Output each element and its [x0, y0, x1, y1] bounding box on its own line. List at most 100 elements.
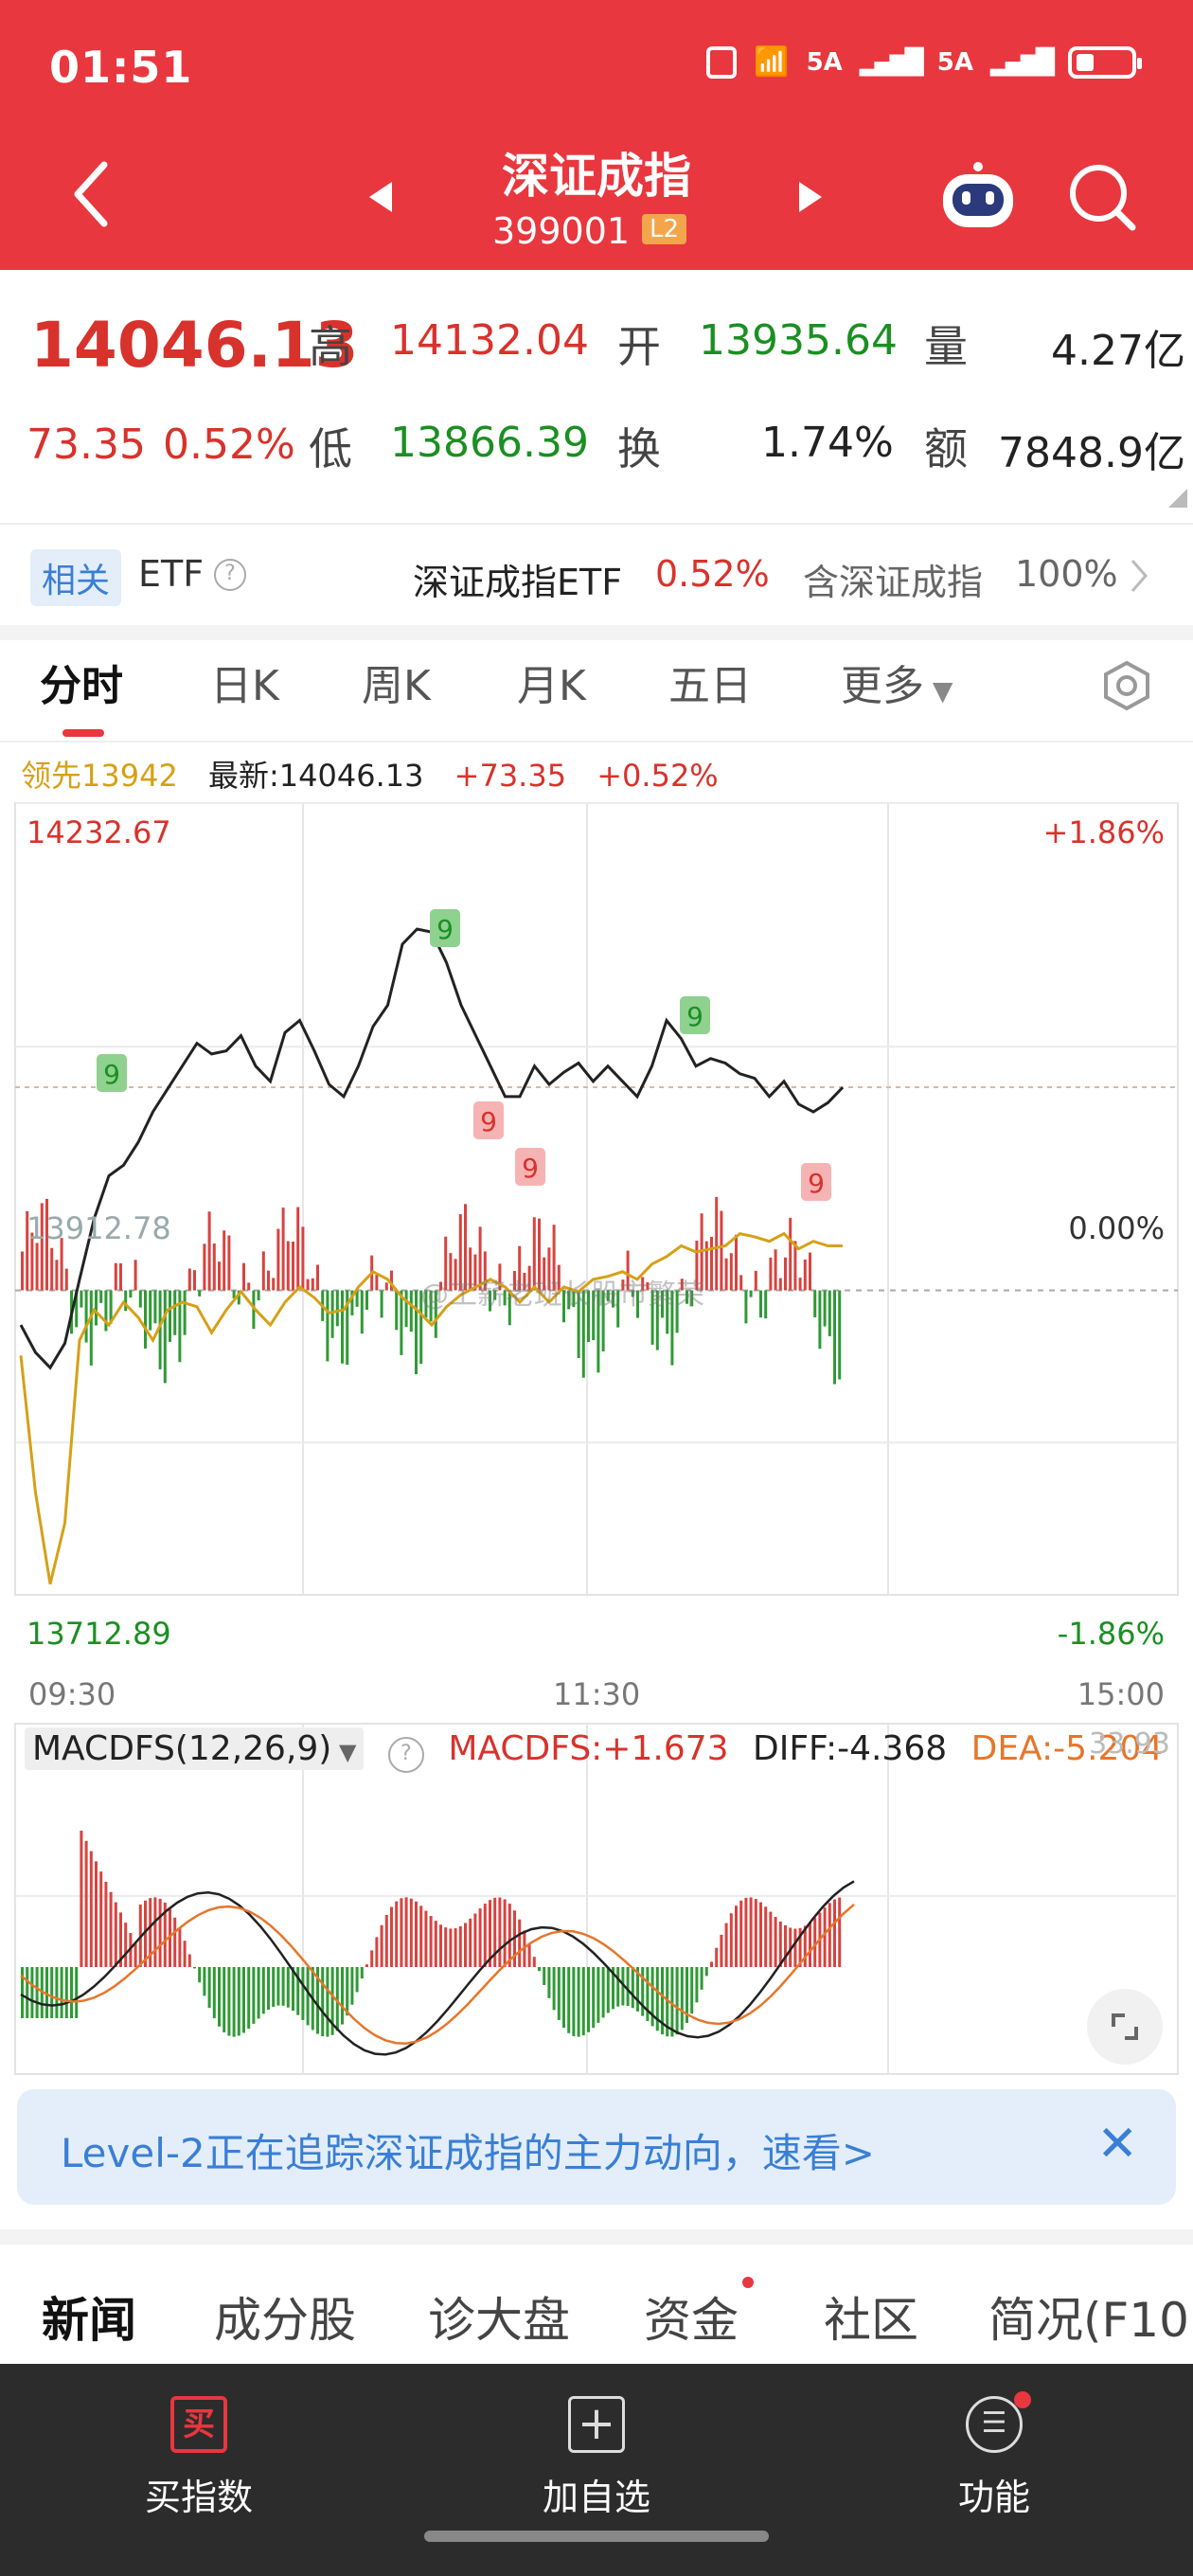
macd-help-icon[interactable]: ?	[387, 1737, 424, 1773]
volume-bar-up	[384, 1282, 388, 1291]
macd-bar-down	[355, 1967, 359, 1993]
tab-components[interactable]: 成分股	[214, 2282, 356, 2351]
tab-active-indicator	[62, 729, 104, 737]
section-divider-2	[0, 2229, 1193, 2245]
macd-bar-up	[419, 1905, 423, 1967]
buy-index-button[interactable]: 买 买指数	[95, 2396, 303, 2520]
volume-bar-up	[261, 1251, 265, 1291]
expand-corner-icon[interactable]	[1168, 489, 1187, 508]
tab-news[interactable]: 新闻	[42, 2282, 136, 2351]
macd-bar-down	[704, 1967, 708, 1977]
add-watchlist-button[interactable]: + 加自选	[492, 2396, 701, 2520]
volume-bar-up	[119, 1262, 122, 1291]
tab-daily-k[interactable]: 日K	[210, 652, 279, 712]
tab-more[interactable]: 更多 ▼	[841, 652, 953, 712]
tab-diagnosis[interactable]: 诊大盘	[428, 2282, 570, 2351]
macd-bar-up	[838, 1897, 842, 1967]
macd-bar-down	[286, 1967, 290, 2008]
macd-bar-down	[321, 1967, 325, 2037]
macd-grid	[14, 1723, 1179, 2075]
macd-bar-down	[360, 1967, 364, 1979]
notification-dot	[1014, 2391, 1031, 2408]
search-button[interactable]	[1066, 161, 1138, 237]
latest-change-pct: +0.52%	[596, 758, 719, 794]
volume-bar-down	[833, 1290, 836, 1385]
functions-button[interactable]: ☰ 功能	[890, 2391, 1098, 2520]
tab-community[interactable]: 社区	[824, 2282, 918, 2351]
macd-bar-down	[350, 1967, 354, 2005]
macd-bar-up	[754, 1899, 757, 1967]
close-icon[interactable]: ✕	[1096, 2116, 1138, 2173]
tab-intraday[interactable]: 分时	[40, 652, 123, 712]
fullscreen-button[interactable]	[1087, 1989, 1163, 2065]
macd-bar-up	[434, 1921, 437, 1967]
volume-bar-up	[798, 1278, 802, 1291]
macd-bar-down	[680, 1967, 684, 2030]
macd-selector[interactable]: MACDFS(12,26,9) ▼	[25, 1727, 365, 1770]
signal-icon-2: ▂▄▆█	[990, 47, 1055, 77]
volume-bar-up	[306, 1279, 310, 1291]
y-min-label: 13712.89	[27, 1616, 171, 1652]
triangle-right-icon	[799, 182, 822, 212]
macd-bar-down	[581, 1967, 585, 2036]
macd-bar-up	[444, 1927, 448, 1967]
macd-bar-down	[306, 1967, 310, 2026]
chevron-left-icon	[74, 161, 108, 227]
next-index-button[interactable]	[795, 180, 824, 218]
volume-bar-down	[380, 1290, 383, 1318]
volume-bar-up	[35, 1243, 39, 1291]
volume-bar-up	[784, 1257, 787, 1291]
macd-bar-up	[759, 1902, 762, 1967]
macd-bar-down	[247, 1967, 251, 2030]
volume-bar-up	[212, 1243, 216, 1291]
volume-bar-down	[818, 1290, 822, 1350]
volume-bar-up	[774, 1249, 777, 1291]
macd-bar-up	[744, 1897, 748, 1967]
intraday-chart[interactable]: 99999 9	[0, 796, 1193, 1676]
volume-bar-up	[769, 1257, 773, 1291]
macd-bar-down	[690, 1967, 694, 2014]
volume-bar-down	[178, 1290, 182, 1363]
buy-index-label: 买指数	[144, 2477, 253, 2518]
funds-dot-badge	[742, 2277, 754, 2288]
volume-bar-down	[335, 1290, 339, 1327]
macd-bar-up	[527, 1942, 531, 1967]
help-icon[interactable]: ?	[214, 559, 246, 591]
prev-index-button[interactable]	[367, 180, 396, 218]
amount-value: 7848.9亿	[998, 429, 1185, 477]
macd-bar-up	[114, 1902, 117, 1967]
macd-bar-up	[458, 1925, 462, 1967]
macd-bar-down	[626, 1967, 630, 2007]
macd-bar-up	[454, 1928, 457, 1967]
macd-bar-down	[70, 1967, 73, 2018]
volume-bar-down	[124, 1290, 128, 1312]
robot-assistant-button[interactable]	[937, 159, 1019, 235]
level2-banner[interactable]: Level-2正在追踪深证成指的主力动向，速看> ✕	[17, 2089, 1176, 2205]
macd-bar-down	[203, 1967, 206, 1996]
macd-bar-down	[631, 1967, 634, 2009]
macd-top-label: 33.93	[1089, 1727, 1170, 1761]
volume-bar-up	[21, 1251, 24, 1291]
volume-bar-up	[281, 1208, 285, 1291]
signal-marker-label: 9	[808, 1168, 825, 1199]
caret-down-icon: ▼	[924, 675, 953, 707]
volume-bar-up	[242, 1262, 245, 1291]
volume-bar-up	[311, 1278, 314, 1291]
signal-label-2: 5A	[936, 47, 974, 77]
volume-bar-up	[114, 1262, 117, 1291]
volume-bar-up	[754, 1270, 757, 1291]
settings-hex-icon[interactable]	[1100, 659, 1153, 712]
volume-bar-down	[395, 1290, 399, 1331]
index-code: 399001	[492, 210, 631, 252]
tab-profile[interactable]: 简况(F10	[988, 2282, 1189, 2351]
tab-weekly-k[interactable]: 周K	[362, 652, 431, 712]
tab-five-day[interactable]: 五日	[668, 652, 752, 712]
tab-funds[interactable]: 资金	[644, 2282, 739, 2351]
volume-bar-down	[163, 1290, 167, 1384]
macd-bar-up	[365, 1964, 368, 1967]
volume-bar-down	[144, 1290, 147, 1349]
macd-bar-up	[715, 1947, 719, 1967]
tab-monthly-k[interactable]: 月K	[517, 652, 586, 712]
related-etf-row[interactable]: 相关 ETF ? 深证成指ETF 0.52% 含深证成指 100%	[0, 523, 1193, 627]
back-button[interactable]	[72, 161, 110, 231]
